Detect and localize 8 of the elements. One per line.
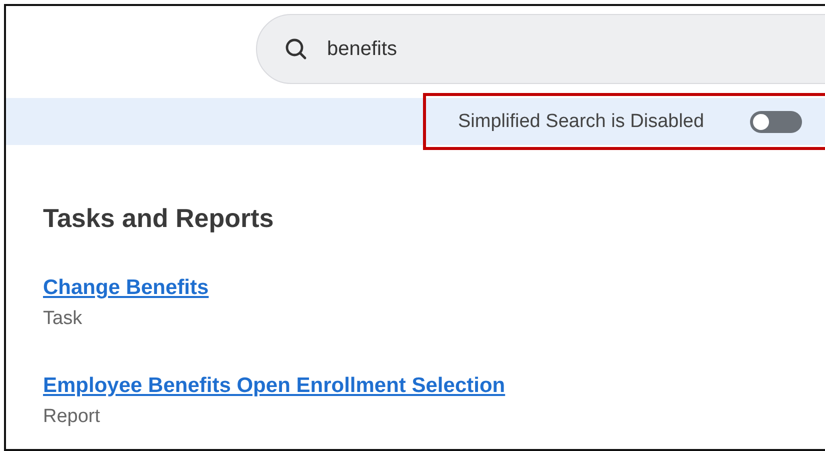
result-link[interactable]: Employee Benefits Open Enrollment Selection [43,374,506,398]
result-type: Task [43,308,82,330]
toggle-switch[interactable] [750,110,802,132]
search-field[interactable]: benefits [256,14,825,84]
section-heading: Tasks and Reports [43,203,275,234]
simplified-search-label: Simplified Search is Disabled [458,110,704,132]
result-type: Report [43,406,100,428]
result-link[interactable]: Change Benefits [43,276,209,300]
